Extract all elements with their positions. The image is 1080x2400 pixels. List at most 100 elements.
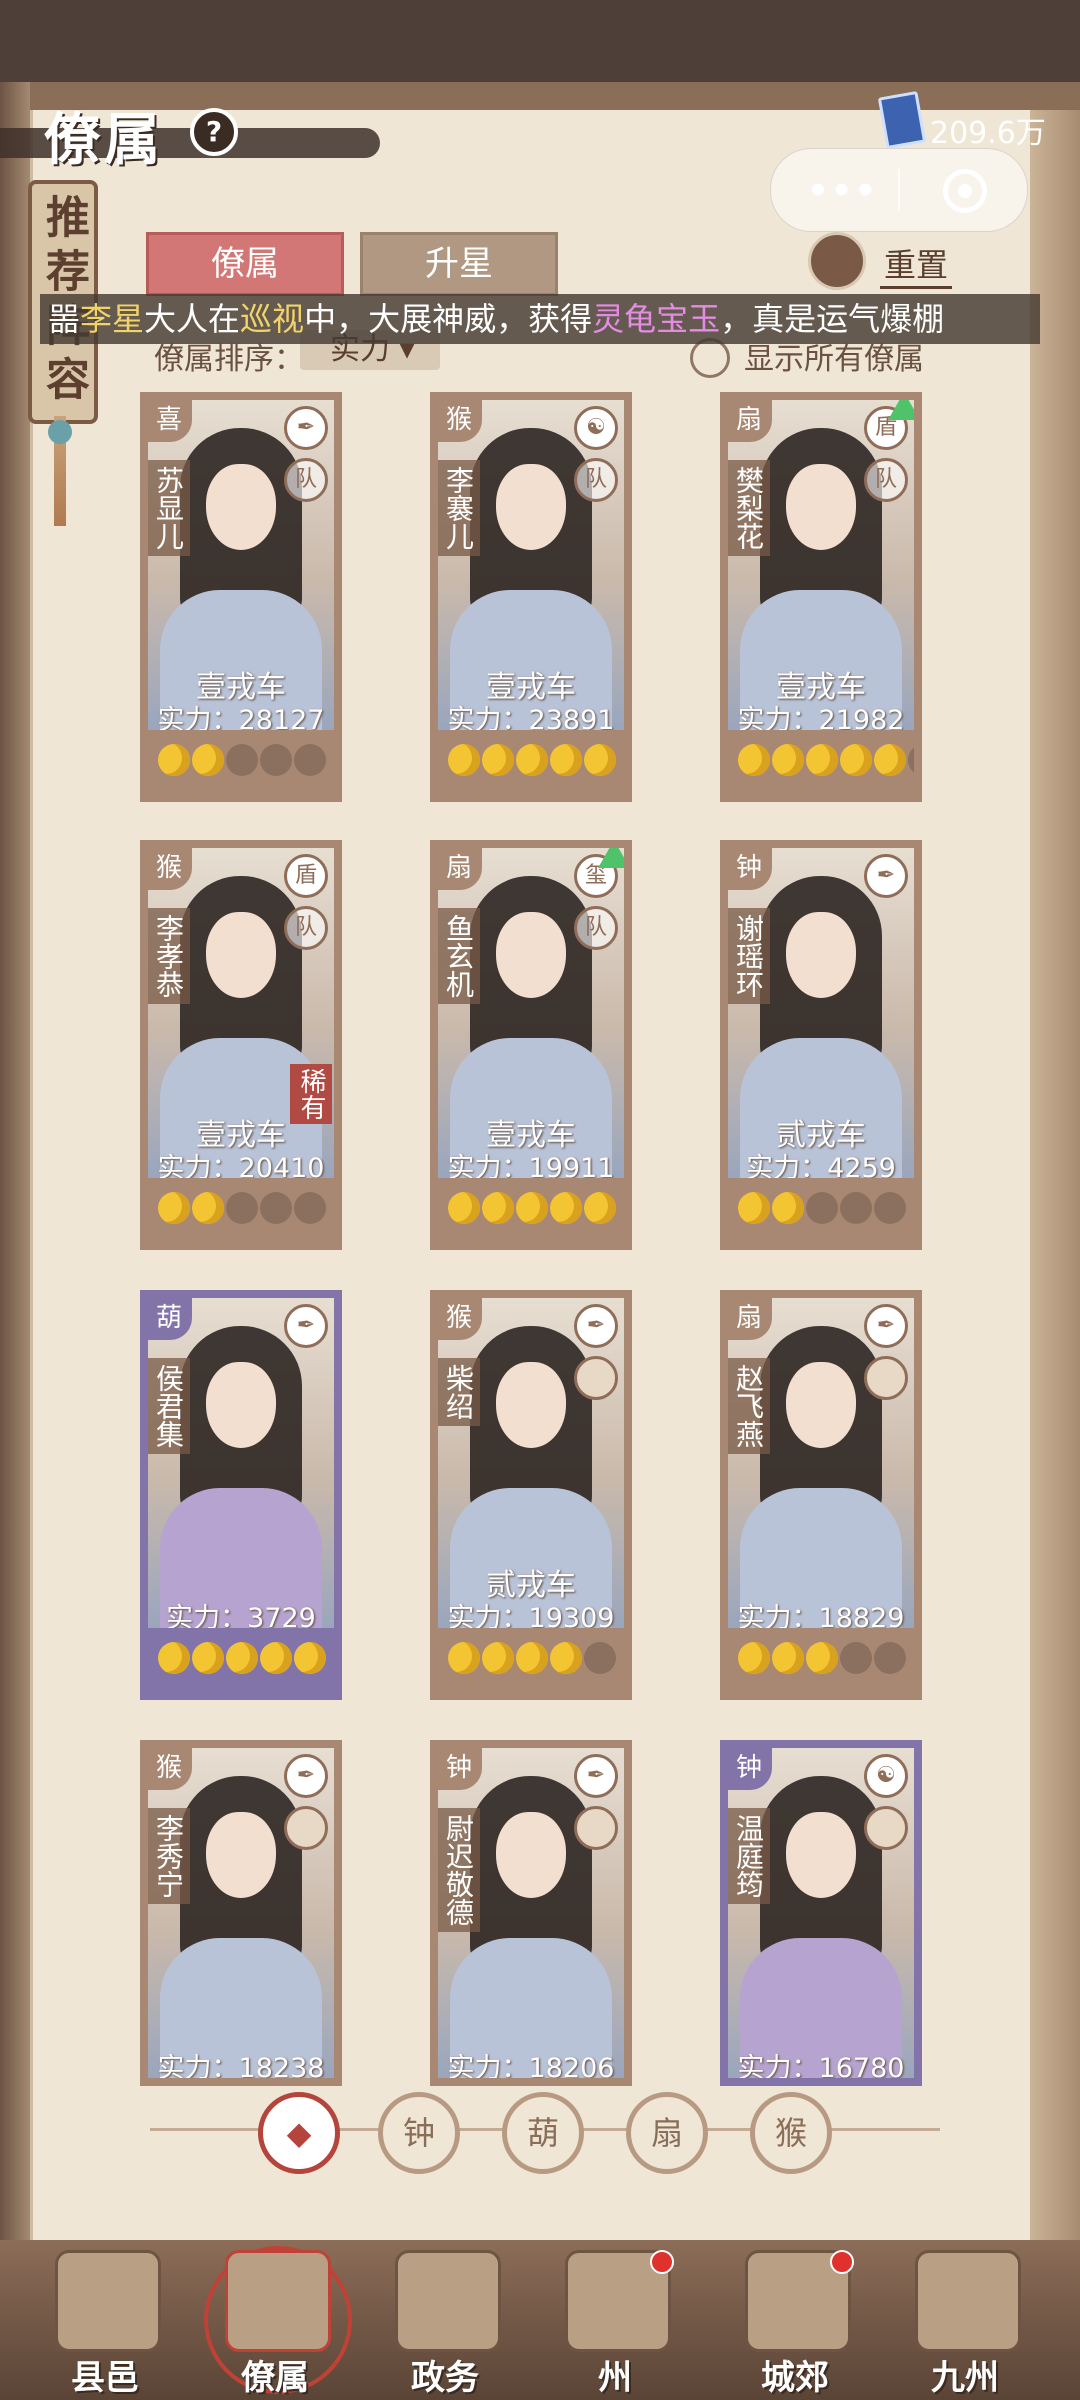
moon-star-icon [874, 744, 906, 776]
nav-label: 政务 [411, 2358, 479, 2398]
portrait-face [206, 464, 276, 550]
filter-bell-icon[interactable]: 钟 [378, 2092, 460, 2174]
reset-icon[interactable] [808, 232, 866, 290]
filter-all-icon[interactable]: ◆ [258, 2092, 340, 2174]
moon-star-icon [482, 1192, 514, 1224]
marquee-item: 灵龟宝玉 [592, 300, 721, 338]
portrait-face [786, 464, 856, 550]
filter-gourd-icon[interactable]: 葫 [502, 2092, 584, 2174]
filter-fan-icon[interactable]: 扇 [626, 2092, 708, 2174]
status-area [0, 0, 1080, 82]
moon-star-icon [908, 744, 914, 776]
nav-item[interactable]: 城郊 [720, 2250, 870, 2400]
team-badge: 队 [864, 458, 908, 502]
moon-star-icon [482, 1642, 514, 1674]
help-icon[interactable]: ? [190, 108, 238, 156]
subordinate-card[interactable]: 钟 ✒ 尉迟敬德 实力：18206 [430, 1740, 632, 2086]
subordinate-name: 苏显儿 [148, 460, 190, 556]
star-row [438, 1628, 624, 1692]
star-row [148, 1628, 334, 1692]
moon-star-icon [260, 1192, 292, 1224]
rare-badge: 稀有 [290, 1064, 332, 1124]
moon-star-icon [448, 744, 480, 776]
subordinate-card[interactable]: 扇 ✒ 赵飞燕 实力：18829 [720, 1290, 922, 1700]
faction-icon: 猴 [438, 1298, 482, 1340]
subordinate-card[interactable]: 钟 ✒ 谢瑶环 贰戎车 实力：4259 [720, 840, 922, 1250]
tab-subordinates[interactable]: 僚属 [146, 232, 344, 296]
subordinate-card[interactable]: 猴 ✒ 柴绍 贰戎车 实力：19309 [430, 1290, 632, 1700]
tab-upgrade-star[interactable]: 升星 [360, 232, 558, 296]
moon-star-icon [294, 1642, 326, 1674]
faction-icon: 葫 [148, 1298, 192, 1340]
nav-item[interactable]: 九州 [890, 2250, 1040, 2400]
moon-star-icon [226, 744, 258, 776]
notification-dot [650, 2250, 674, 2274]
moon-star-icon [158, 1642, 190, 1674]
currency-amount: 209.6万 [930, 116, 1046, 151]
nav-item[interactable]: 州 [540, 2250, 690, 2400]
nav-label: 九州 [931, 2358, 999, 2398]
moon-star-icon [584, 744, 616, 776]
subordinate-name: 李褰儿 [438, 460, 480, 556]
subordinate-card[interactable]: 扇 玺 鱼玄机 壹戎车 实力：19911 队 [430, 840, 632, 1250]
filter-monkey-icon[interactable]: 猴 [750, 2092, 832, 2174]
subordinate-card[interactable]: 猴 ✒ 李秀宁 实力：18238 [140, 1740, 342, 2086]
star-row [148, 730, 334, 794]
faction-icon: 扇 [438, 848, 482, 890]
nav-item[interactable]: 县邑 [30, 2250, 180, 2400]
miniprogram-capsule[interactable]: ••• [770, 148, 1028, 232]
companion-avatar-icon [864, 1356, 908, 1400]
subordinate-name: 柴绍 [438, 1358, 480, 1426]
subordinate-card[interactable]: 扇 盾 樊梨花 壹戎车 实力：21982 队 [720, 392, 922, 802]
marquee-player: 李星 [80, 300, 145, 338]
moon-star-icon [806, 744, 838, 776]
moon-star-icon [584, 1192, 616, 1224]
portrait-face [496, 1812, 566, 1898]
moon-star-icon [260, 1642, 292, 1674]
marquee-action: 巡视 [240, 300, 305, 338]
portrait-face [206, 912, 276, 998]
show-all-checkbox[interactable] [690, 338, 730, 378]
moon-star-icon [192, 1642, 224, 1674]
portrait-face [206, 1812, 276, 1898]
moon-star-icon [550, 744, 582, 776]
reset-button[interactable]: 重置 [880, 240, 953, 289]
tassel-bead [48, 420, 72, 444]
subordinate-name: 樊梨花 [728, 460, 770, 556]
moon-star-icon [738, 744, 770, 776]
nav-label: 县邑 [71, 2358, 139, 2398]
portrait-face [496, 912, 566, 998]
subordinate-card[interactable]: 猴 盾 李孝恭 壹戎车 实力：20410 队稀有 [140, 840, 342, 1250]
portrait-face [206, 1362, 276, 1448]
faction-icon: 猴 [148, 1748, 192, 1790]
moon-star-icon [294, 744, 326, 776]
subordinate-name: 李孝恭 [148, 908, 190, 1004]
notification-dot [830, 2250, 854, 2274]
more-icon[interactable]: ••• [807, 171, 878, 211]
moon-star-icon [772, 1192, 804, 1224]
faction-icon: 钟 [438, 1748, 482, 1790]
subordinate-card[interactable]: 猴 ☯ 李褰儿 壹戎车 实力：23891 队 [430, 392, 632, 802]
marquee-text-2: 中，大展神威，获得 [304, 300, 593, 338]
faction-icon: 猴 [438, 400, 482, 442]
announcement-marquee: 噐李星大人在巡视中，大展神威，获得灵龟宝玉，真是运气爆棚 [40, 294, 1040, 344]
subordinate-card[interactable]: 葫 ✒ 侯君集 实力：3729 [140, 1290, 342, 1700]
companion-avatar-icon [864, 1806, 908, 1850]
nav-building-icon [915, 2250, 1021, 2352]
page-title: 僚属 [44, 107, 164, 173]
moon-star-icon [874, 1642, 906, 1674]
weapon-icon: ✒ [284, 1304, 328, 1348]
moon-star-icon [226, 1642, 258, 1674]
portrait-face [496, 1362, 566, 1448]
scroll-edge [1030, 110, 1080, 2240]
close-target-icon[interactable] [943, 169, 987, 213]
subordinate-card[interactable]: 钟 ☯ 温庭筠 实力：16780 [720, 1740, 922, 2086]
team-badge: 队 [574, 906, 618, 950]
nav-item[interactable]: 政务 [370, 2250, 520, 2400]
portrait-face [786, 1362, 856, 1448]
nav-item[interactable]: 僚属 [200, 2246, 352, 2400]
weapon-icon: 盾 [284, 854, 328, 898]
moon-star-icon [874, 1192, 906, 1224]
subordinate-card[interactable]: 喜 ✒ 苏显儿 壹戎车 实力：28127 队 [140, 392, 342, 802]
moon-star-icon [448, 1192, 480, 1224]
